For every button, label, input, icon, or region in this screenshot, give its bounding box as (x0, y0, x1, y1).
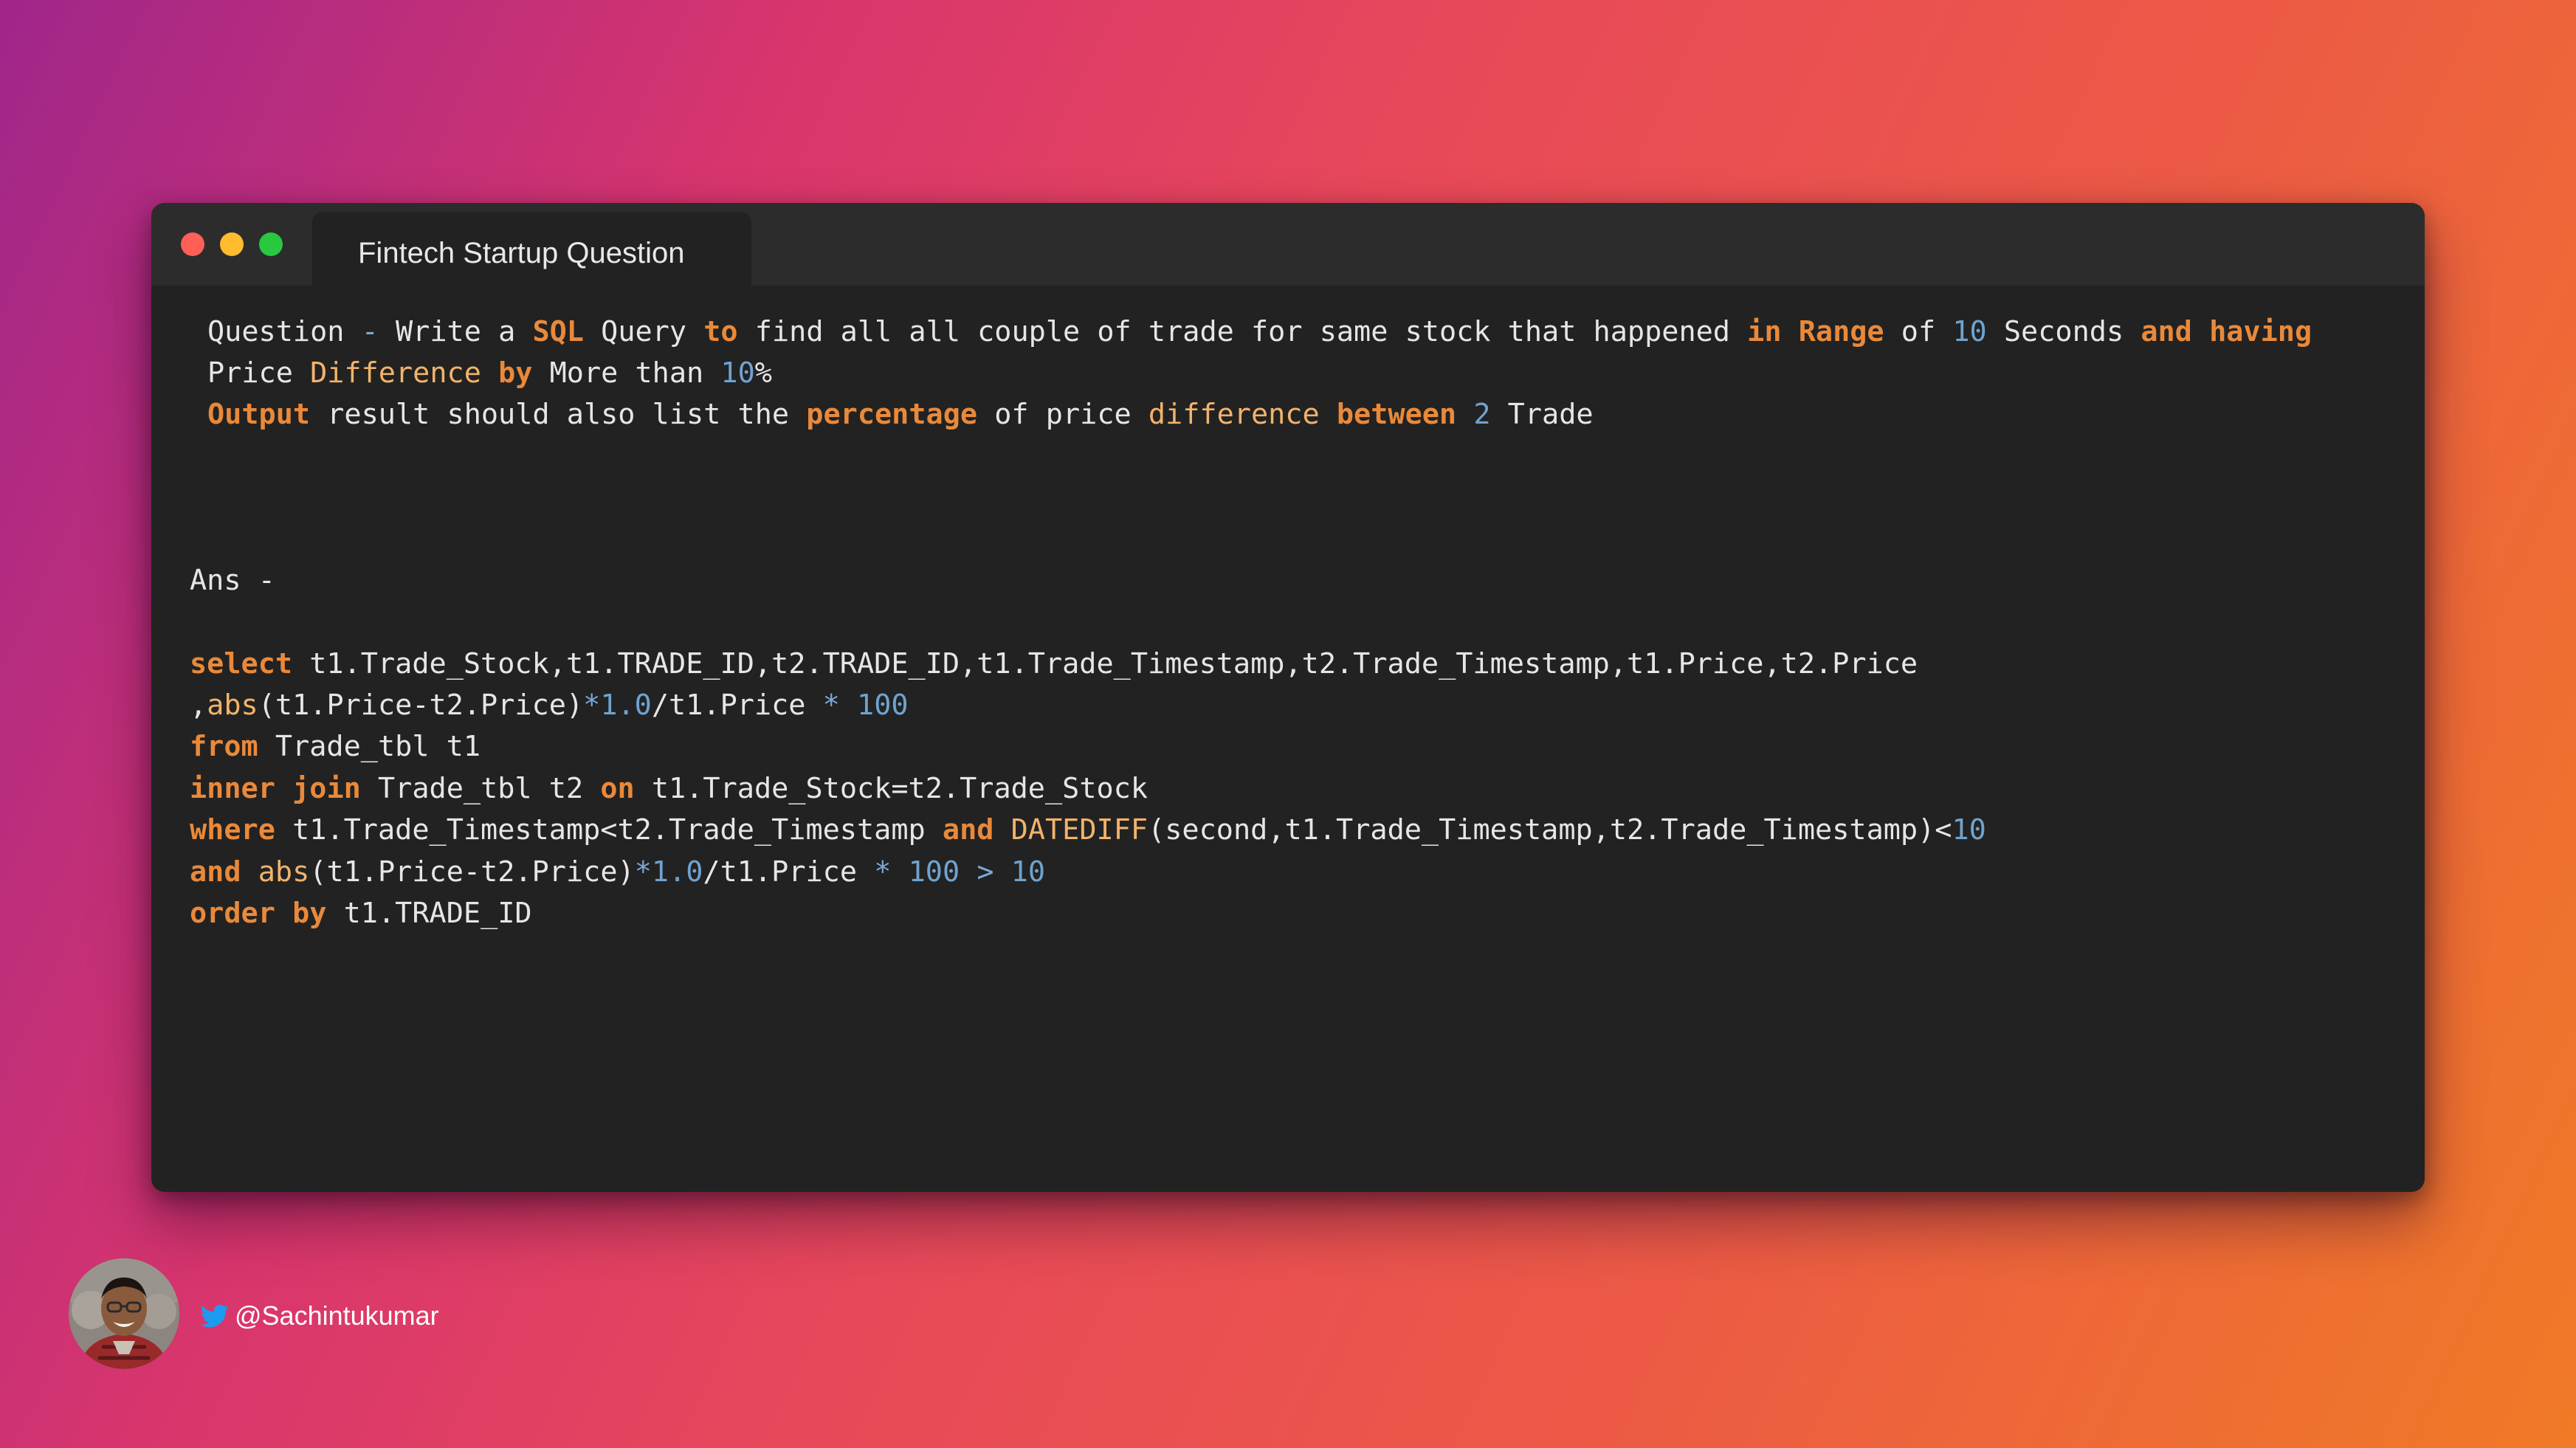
sql-line-7: order by t1.TRADE_ID (190, 897, 532, 930)
question-line-3: Output result should also list the perce… (207, 398, 1594, 431)
minimize-button[interactable] (220, 232, 244, 256)
twitter-handle-text: @Sachintukumar (235, 1300, 439, 1331)
sql-line-4: inner join Trade_tbl t2 on t1.Trade_Stoc… (190, 772, 1148, 805)
twitter-handle[interactable]: @Sachintukumar (201, 1297, 439, 1334)
twitter-bird-icon (201, 1302, 229, 1330)
sql-line-1: select t1.Trade_Stock,t1.TRADE_ID,t2.TRA… (190, 647, 1918, 680)
title-bar: Fintech Startup Question (151, 203, 2425, 286)
tab-fintech-startup-question[interactable]: Fintech Startup Question (312, 212, 751, 286)
close-button[interactable] (181, 232, 204, 256)
sql-line-2: ,abs(t1.Price-t2.Price)*1.0/t1.Price * 1… (190, 689, 909, 722)
question-line-2: Price Difference by More than 10% (207, 356, 772, 390)
tab-title: Fintech Startup Question (358, 236, 685, 269)
question-line-1: Question - Write a SQL Query to find all… (207, 315, 2312, 348)
window-controls (181, 232, 283, 256)
maximize-button[interactable] (259, 232, 283, 256)
sql-line-6: and abs(t1.Price-t2.Price)*1.0/t1.Price … (190, 855, 1046, 889)
profile-photo (69, 1258, 179, 1369)
sql-line-5: where t1.Trade_Timestamp<t2.Trade_Timest… (190, 813, 1986, 847)
avatar[interactable] (69, 1258, 179, 1369)
sql-line-3: from Trade_tbl t1 (190, 730, 481, 763)
code-window: Fintech Startup Question Question - Writ… (151, 203, 2425, 1192)
answer-label: Ans - (190, 564, 275, 597)
code-editor: Question - Write a SQL Query to find all… (151, 314, 2425, 1192)
